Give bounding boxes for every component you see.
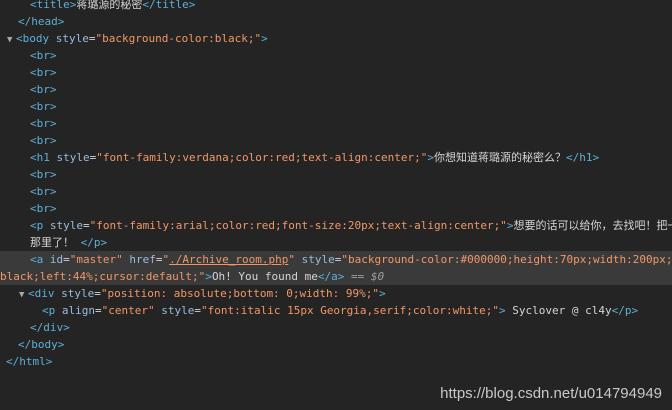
dom-node-head-close[interactable]: </head> xyxy=(0,13,672,30)
attr-value: "font-family:arial;color:red;font-size:2… xyxy=(89,219,507,232)
dom-node-h1[interactable]: <h1 style="font-family:verdana;color:red… xyxy=(0,149,672,166)
tag-div-open: <div xyxy=(28,287,55,300)
dom-node-br[interactable]: <br> xyxy=(0,64,672,81)
attr-value: "master" xyxy=(69,253,123,266)
title-text: 蒋璐源的秘密 xyxy=(76,0,143,11)
tag-p-close: </p> xyxy=(80,236,108,249)
attr-value: "center" xyxy=(101,304,155,317)
attr-name: style xyxy=(56,151,90,164)
a-text: Oh! You found me xyxy=(211,270,318,283)
dom-node-br[interactable]: <br> xyxy=(0,47,672,64)
tag-br: <br> xyxy=(30,117,57,130)
attr-name: style xyxy=(161,304,195,317)
attr-name: style xyxy=(55,32,89,45)
tag-p-open: <p xyxy=(42,304,56,317)
attr-value: "background-color:black;" xyxy=(95,32,262,45)
attr-name: align xyxy=(61,304,95,317)
tag-p-close: </p> xyxy=(611,304,639,317)
triangle-down-icon[interactable]: ▼ xyxy=(19,287,28,302)
tag-a-close: </a> xyxy=(317,270,345,283)
p-text: 想要的话可以给你，去找吧！把一切都放在 xyxy=(513,219,672,232)
href-link[interactable]: ./Archive_room.php xyxy=(169,253,288,266)
attr-value: "background-color:#000000;height:70px;wi… xyxy=(341,253,672,266)
dom-node-div[interactable]: ▼ <div style="position: absolute;bottom: … xyxy=(0,285,672,302)
attr-name: style xyxy=(61,287,95,300)
selected-node-marker: == $0 xyxy=(351,270,385,283)
tag-br: <br> xyxy=(30,83,57,96)
tag-h1-open: <h1 xyxy=(30,151,50,164)
dom-node-br[interactable]: <br> xyxy=(0,81,672,98)
dom-node-p[interactable]: <p style="font-family:arial;color:red;fo… xyxy=(0,217,672,234)
dom-node-title[interactable]: <title>蒋璐源的秘密</title> xyxy=(0,0,672,13)
attr-value: "position: absolute;bottom: 0;width: 99%… xyxy=(100,287,380,300)
dom-node-a-cont[interactable]: black;left:44%;cursor:default;">Oh! You … xyxy=(0,268,672,285)
p-text-cont: 那里了！ xyxy=(30,236,74,249)
attr-value: "font:italic 15px Georgia,serif;color:wh… xyxy=(200,304,499,317)
tag-div-close: </div> xyxy=(30,321,70,334)
attr-name: href xyxy=(129,253,156,266)
dom-node-body-close[interactable]: </body> xyxy=(0,336,672,353)
tag-a-open: <a xyxy=(30,253,44,266)
tag-head-close: </head> xyxy=(18,15,65,28)
tag-body-open: <body xyxy=(16,32,50,45)
tag-body-close: </body> xyxy=(18,338,65,351)
dom-node-br[interactable]: <br> xyxy=(0,183,672,200)
dom-node-p-cont[interactable]: 那里了！ </p> xyxy=(0,234,672,251)
dom-node-br[interactable]: <br> xyxy=(0,132,672,149)
tag-html-close: </html> xyxy=(6,355,53,368)
tag-title-close: </title> xyxy=(142,0,196,11)
triangle-down-icon[interactable]: ▼ xyxy=(7,32,16,47)
tag-p-open: <p xyxy=(30,219,44,232)
tag-br: <br> xyxy=(30,66,57,79)
p2-text: Syclover @ cl4y xyxy=(512,304,612,317)
dom-node-br[interactable]: <br> xyxy=(0,98,672,115)
attr-value: "font-family:verdana;color:red;text-alig… xyxy=(96,151,428,164)
attr-name: style xyxy=(49,219,83,232)
tag-br: <br> xyxy=(30,100,57,113)
tag-br: <br> xyxy=(30,49,57,62)
tag-br: <br> xyxy=(30,168,57,181)
tag-title-open: <title> xyxy=(30,0,77,11)
dom-node-div-close[interactable]: </div> xyxy=(0,319,672,336)
h1-text: 你想知道蒋璐源的秘密么？ xyxy=(434,151,567,164)
dom-node-br[interactable]: <br> xyxy=(0,115,672,132)
dom-node-br[interactable]: <br> xyxy=(0,200,672,217)
tag-br: <br> xyxy=(30,185,57,198)
dom-node-br[interactable]: <br> xyxy=(0,166,672,183)
attr-value-cont: black;left:44%;cursor:default;" xyxy=(0,270,206,283)
tag-br: <br> xyxy=(30,202,57,215)
devtools-elements-panel: <title>蒋璐源的秘密</title> </head> ▼ <body sty… xyxy=(0,0,672,410)
dom-node-p2[interactable]: <p align="center" style="font:italic 15p… xyxy=(0,302,672,319)
attr-name: id xyxy=(49,253,64,266)
dom-node-body[interactable]: ▼ <body style="background-color:black;"> xyxy=(0,30,672,47)
tag-br: <br> xyxy=(30,134,57,147)
watermark-text: https://blog.csdn.net/u014794949 xyxy=(440,385,662,402)
dom-node-a-selected[interactable]: <a id="master" href="./Archive_room.php"… xyxy=(0,251,672,268)
attr-name: style xyxy=(301,253,335,266)
dom-node-html-close[interactable]: </html> xyxy=(0,353,672,370)
tag-h1-close: </h1> xyxy=(566,151,600,164)
